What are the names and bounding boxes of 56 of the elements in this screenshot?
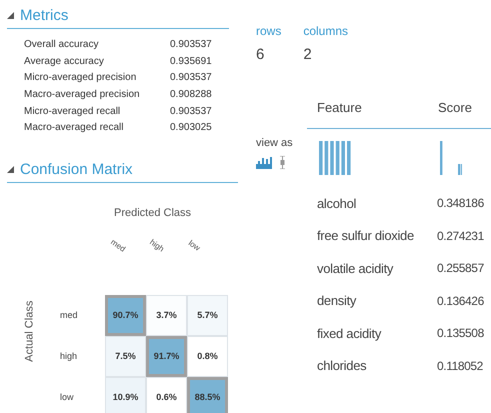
table-cell-text: 0.135508	[437, 325, 484, 342]
metric-label: Overall accuracy	[24, 38, 100, 52]
column-label: med	[108, 236, 128, 256]
metric-value: 0.903025	[170, 121, 212, 136]
table-cell-text: alcohol	[317, 194, 358, 212]
table-cell-text: volatile acidity	[317, 260, 394, 278]
metric-label: Macro-averaged precision	[24, 88, 141, 102]
collapse-triangle-icon	[7, 166, 14, 174]
metric-value: 0.903537	[170, 38, 212, 52]
section-toggle[interactable]: Metrics	[7, 8, 68, 23]
stat-value: 2	[303, 45, 313, 65]
matrix-cell: 0.6%	[146, 377, 187, 413]
table-cell-text: 0.255857	[437, 260, 484, 278]
stat-label: rows	[256, 23, 282, 40]
matrix-cell: 0.8%	[187, 336, 228, 378]
table-cell-text: density	[317, 292, 358, 310]
row-label: high	[60, 350, 78, 364]
matrix-cell: 3.7%	[146, 295, 187, 336]
box-plot-icon[interactable]	[280, 156, 285, 168]
collapse-triangle-icon	[7, 12, 14, 19]
histogram-drawing	[440, 141, 462, 175]
table-cell-text: 0.348186	[437, 195, 484, 212]
section-toggle[interactable]: Confusion Matrix	[7, 162, 133, 178]
matrix-cell: 90.7%	[105, 295, 146, 336]
histogram-drawing	[319, 141, 351, 175]
column-label: low	[186, 238, 202, 254]
view-as-label: view as	[256, 136, 294, 151]
metric-label: Micro-averaged precision	[24, 71, 138, 86]
table-cell-text: 0.136426	[437, 292, 484, 310]
histogram-icon[interactable]	[256, 156, 274, 168]
table-cell-text: 0.118052	[437, 358, 483, 375]
metric-value: 0.903537	[170, 71, 212, 86]
table-cell-text: fixed acidity	[317, 324, 382, 343]
stat-value: 6	[256, 45, 266, 65]
metric-value: 0.935691	[170, 54, 212, 69]
matrix-cell: 10.9%	[105, 377, 146, 413]
table-cell-text: free sulfur dioxide	[317, 227, 415, 245]
matrix-cell: 91.7%	[146, 336, 187, 378]
stat-label: columns	[303, 23, 348, 40]
matrix-cell: 7.5%	[105, 336, 146, 378]
matrix-cell: 88.5%	[187, 377, 228, 413]
metric-label: Micro-averaged recall	[24, 104, 122, 119]
column-header: Feature	[317, 99, 363, 117]
metric-value: 0.903537	[170, 104, 212, 119]
table-cell-text: 0.274231	[437, 228, 484, 245]
axis-title: Actual Class	[22, 300, 36, 362]
row-label: med	[60, 309, 78, 322]
metric-label: Macro-averaged recall	[24, 121, 124, 136]
metric-label: Average accuracy	[24, 54, 105, 69]
column-label: high	[147, 236, 166, 256]
matrix-cell: 5.7%	[187, 295, 228, 336]
column-header: Score	[438, 99, 472, 117]
axis-title: Predicted Class	[114, 206, 192, 222]
table-cell-text: chlorides	[317, 357, 368, 375]
metric-value: 0.908288	[170, 88, 212, 102]
row-label: low	[60, 391, 74, 404]
